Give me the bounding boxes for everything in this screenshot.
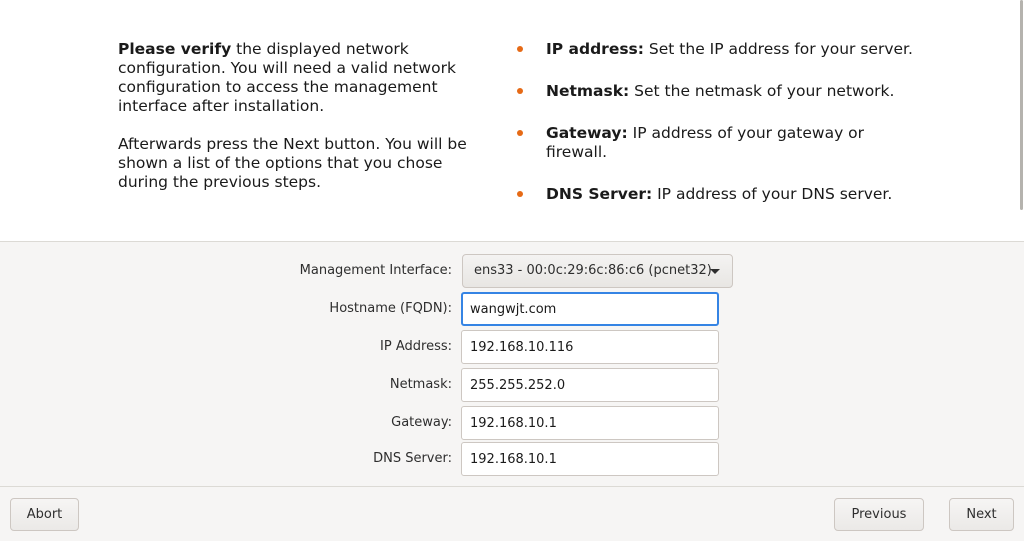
bullet-desc: Set the IP address for your server. [643,40,913,58]
bullet-term: DNS Server: [546,185,653,203]
management-interface-label: Management Interface: [299,263,452,278]
management-interface-dropdown[interactable]: ens33 - 00:0c:29:6c:86:c6 (pcnet32) [462,254,733,288]
scrollbar-thumb[interactable] [1020,0,1023,210]
management-interface-row: Management Interface: ens33 - 00:0c:29:6… [0,254,1024,288]
hostname-label: Hostname (FQDN): [329,301,452,316]
info-panel: Please verify the displayed network conf… [0,0,1024,242]
bullet-term: IP address: [546,40,644,58]
bullet-dns-server: DNS Server: IP address of your DNS serve… [514,185,914,204]
netmask-row: Netmask: [0,368,1024,402]
intro-text: Please verify the displayed network conf… [118,40,488,211]
netmask-label: Netmask: [389,377,452,392]
ip-address-input[interactable] [461,330,719,364]
intro-paragraph-2: Afterwards press the Next button. You wi… [118,135,467,191]
bullet-dot-icon [517,88,523,94]
ip-address-label: IP Address: [380,339,452,354]
help-bullet-list: IP address: Set the IP address for your … [514,40,914,227]
bullet-dot-icon [517,191,523,197]
chevron-down-icon [710,269,720,274]
bullet-dot-icon [517,130,523,136]
bullet-term: Netmask: [546,82,630,100]
bullet-desc: IP address of your DNS server. [652,185,893,203]
bullet-netmask: Netmask: Set the netmask of your network… [514,82,914,101]
previous-button[interactable]: Previous [834,498,924,531]
button-bar: Abort Previous Next [0,486,1024,541]
hostname-input[interactable] [461,292,719,326]
intro-paragraph-1: Please verify the displayed network conf… [118,40,488,116]
bullet-dot-icon [517,46,523,52]
dns-server-row: DNS Server: [0,442,1024,476]
ip-address-row: IP Address: [0,330,1024,364]
management-interface-value: ens33 - 00:0c:29:6c:86:c6 (pcnet32) [474,263,712,278]
hostname-row: Hostname (FQDN): [0,292,1024,326]
bullet-ip-address: IP address: Set the IP address for your … [514,40,914,59]
gateway-input[interactable] [461,406,719,440]
gateway-label: Gateway: [391,415,452,430]
gateway-row: Gateway: [0,406,1024,440]
bullet-gateway: Gateway: IP address of your gateway or f… [514,124,914,162]
bullet-desc: Set the netmask of your network. [629,82,895,100]
dns-server-input[interactable] [461,442,719,476]
next-button[interactable]: Next [949,498,1014,531]
network-form: Management Interface: ens33 - 00:0c:29:6… [0,242,1024,486]
bullet-term: Gateway: [546,124,628,142]
abort-button[interactable]: Abort [10,498,79,531]
dns-server-label: DNS Server: [373,451,452,466]
netmask-input[interactable] [461,368,719,402]
intro-bold: Please verify [118,40,232,58]
